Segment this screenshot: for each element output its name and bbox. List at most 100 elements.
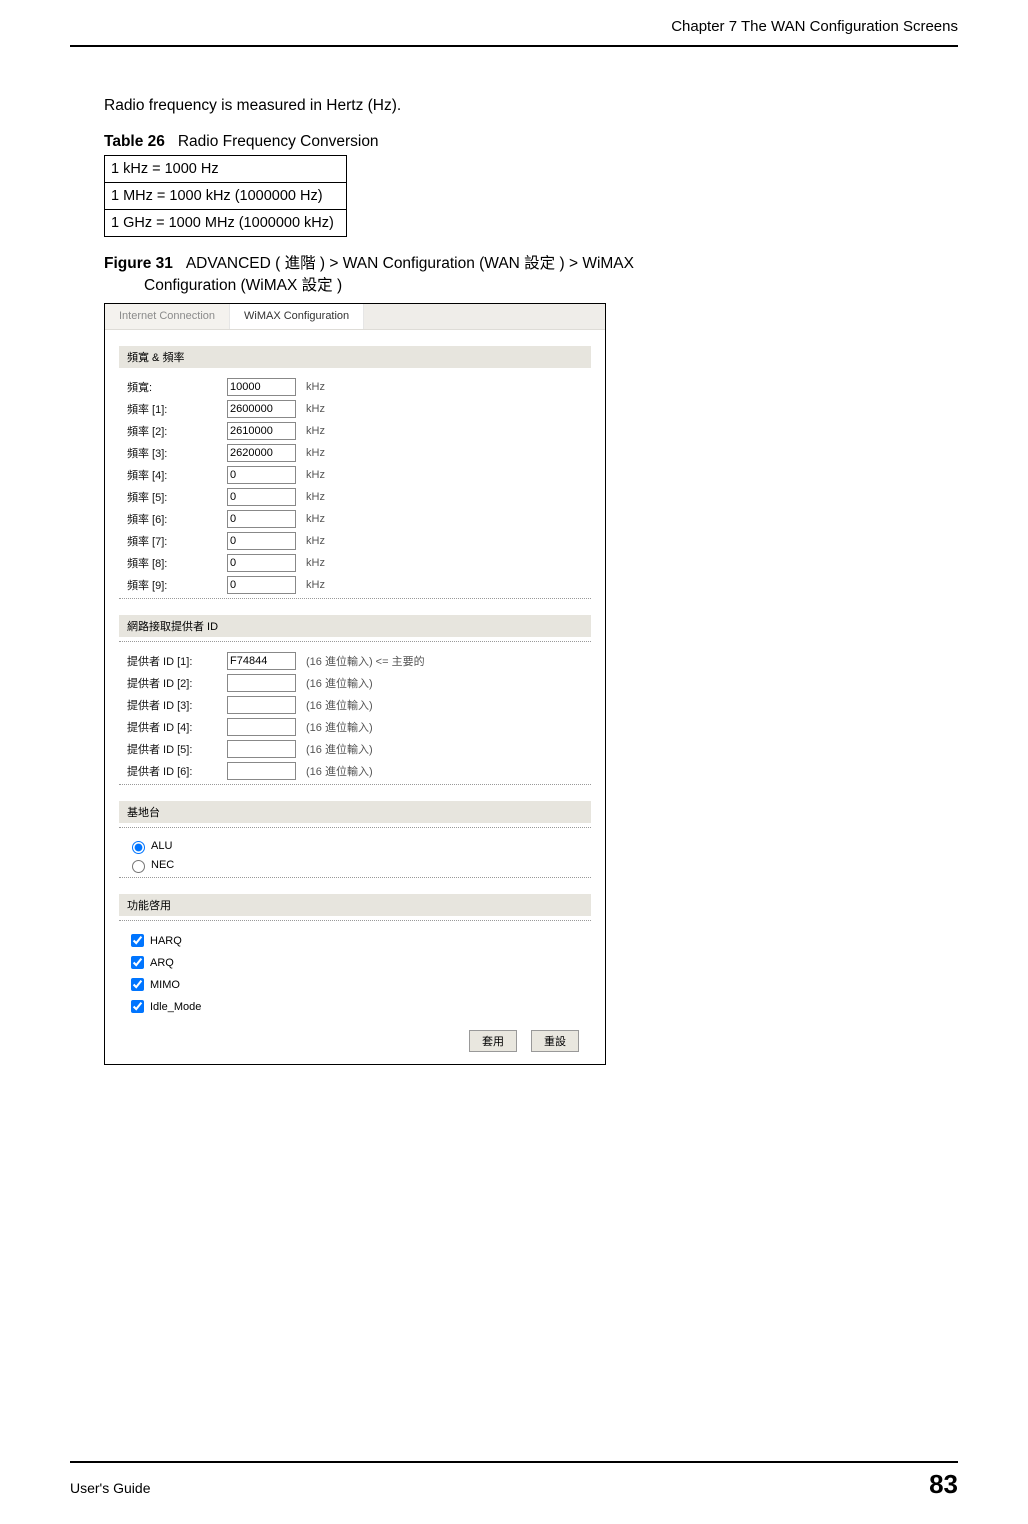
base-option-label: NEC (151, 859, 174, 871)
frequency-row: 頻寬:kHz (127, 378, 591, 396)
frequency-row: 頻率 [2]: kHz (127, 422, 591, 440)
footer-guide: User's Guide (70, 1480, 150, 1496)
provider-label: 提供者 ID [6]: (127, 763, 227, 779)
frequency-unit: kHz (306, 557, 325, 569)
provider-label: 提供者 ID [1]: (127, 653, 227, 669)
figure-label: Figure 31 (104, 255, 173, 272)
table-row: 1 kHz = 1000 Hz (105, 155, 347, 182)
tab-wimax-configuration[interactable]: WiMAX Configuration (230, 304, 364, 329)
table-row: 1 MHz = 1000 kHz (1000000 Hz) (105, 182, 347, 209)
chapter-title: Chapter 7 The WAN Configuration Screens (671, 18, 958, 35)
feature-option[interactable]: Idle_Mode (127, 997, 591, 1016)
feature-checkbox[interactable] (131, 956, 144, 969)
divider (119, 641, 591, 642)
provider-hint: (16 進位輸入) (306, 741, 373, 757)
frequency-row: 頻率 [9]:kHz (127, 576, 591, 594)
frequency-label: 頻率 [2]: (127, 423, 227, 439)
provider-hint: (16 進位輸入) (306, 763, 373, 779)
feature-option-label: Idle_Mode (150, 1001, 201, 1013)
frequency-unit: kHz (306, 425, 325, 437)
feature-option[interactable]: HARQ (127, 931, 591, 950)
feature-checkbox[interactable] (131, 978, 144, 991)
base-option[interactable]: ALU (127, 838, 591, 854)
frequency-input[interactable] (227, 532, 296, 550)
divider (119, 598, 591, 599)
provider-hint: (16 進位輸入) (306, 719, 373, 735)
tab-internet-connection[interactable]: Internet Connection (105, 304, 230, 329)
provider-input[interactable] (227, 718, 296, 736)
divider (119, 877, 591, 878)
feature-checkbox[interactable] (131, 1000, 144, 1013)
frequency-row: 頻率 [7]: kHz (127, 532, 591, 550)
provider-input[interactable] (227, 740, 296, 758)
reset-button[interactable]: 重設 (531, 1030, 579, 1052)
figure-title-line2: Configuration (WiMAX 設定 ) (104, 277, 342, 294)
table-label: Table 26 (104, 133, 165, 150)
frequency-unit: kHz (306, 469, 325, 481)
frequency-input[interactable] (227, 400, 296, 418)
provider-input[interactable] (227, 674, 296, 692)
base-radio[interactable] (132, 860, 145, 873)
frequency-unit: kHz (306, 535, 325, 547)
figure-caption: Figure 31 ADVANCED ( 進階 ) > WAN Configur… (104, 253, 958, 298)
feature-checkbox[interactable] (131, 934, 144, 947)
divider (119, 920, 591, 921)
feature-option-label: ARQ (150, 957, 174, 969)
frequency-input[interactable] (227, 488, 296, 506)
frequency-label: 頻率 [9]: (127, 577, 227, 593)
section-base-station: 基地台 (119, 801, 591, 823)
intro-text: Radio frequency is measured in Hertz (Hz… (104, 97, 958, 115)
provider-row: 提供者 ID [4]: (16 進位輸入) (127, 718, 591, 736)
frequency-row: 頻率 [1]:kHz (127, 400, 591, 418)
provider-row: 提供者 ID [3]:(16 進位輸入) (127, 696, 591, 714)
frequency-label: 頻率 [4]: (127, 467, 227, 483)
provider-input[interactable] (227, 652, 296, 670)
provider-label: 提供者 ID [4]: (127, 719, 227, 735)
frequency-label: 頻率 [5]: (127, 489, 227, 505)
section-provider-id: 網路接取提供者 ID (119, 615, 591, 637)
base-option-label: ALU (151, 840, 172, 852)
conversion-table: 1 kHz = 1000 Hz 1 MHz = 1000 kHz (100000… (104, 155, 347, 237)
frequency-input[interactable] (227, 554, 296, 572)
frequency-input[interactable] (227, 510, 296, 528)
frequency-label: 頻率 [8]: (127, 555, 227, 571)
frequency-input[interactable] (227, 378, 296, 396)
frequency-unit: kHz (306, 381, 325, 393)
provider-row: 提供者 ID [5]: (16 進位輸入) (127, 740, 591, 758)
tab-strip: Internet Connection WiMAX Configuration (105, 304, 605, 330)
provider-row: 提供者 ID [1]: (16 進位輸入) <= 主要的 (127, 652, 591, 670)
table-title: Radio Frequency Conversion (178, 133, 379, 150)
page-number: 83 (929, 1469, 958, 1500)
table-row: 1 GHz = 1000 MHz (1000000 kHz) (105, 209, 347, 236)
feature-option-label: MIMO (150, 979, 180, 991)
frequency-unit: kHz (306, 403, 325, 415)
frequency-label: 頻率 [7]: (127, 533, 227, 549)
feature-option[interactable]: MIMO (127, 975, 591, 994)
base-radio[interactable] (132, 841, 145, 854)
provider-hint: (16 進位輸入) <= 主要的 (306, 653, 425, 669)
provider-label: 提供者 ID [3]: (127, 697, 227, 713)
provider-label: 提供者 ID [2]: (127, 675, 227, 691)
frequency-row: 頻率 [8]: kHz (127, 554, 591, 572)
figure-title-line1: ADVANCED ( 進階 ) > WAN Configuration (WAN… (186, 255, 634, 272)
provider-label: 提供者 ID [5]: (127, 741, 227, 757)
page-footer: User's Guide 83 (70, 1461, 958, 1500)
provider-row: 提供者 ID [2]:(16 進位輸入) (127, 674, 591, 692)
frequency-unit: kHz (306, 513, 325, 525)
frequency-input[interactable] (227, 576, 296, 594)
frequency-row: 頻率 [6]: kHz (127, 510, 591, 528)
base-option[interactable]: NEC (127, 857, 591, 873)
frequency-input[interactable] (227, 444, 296, 462)
provider-input[interactable] (227, 696, 296, 714)
frequency-row: 頻率 [5]:kHz (127, 488, 591, 506)
frequency-row: 頻率 [4]: kHz (127, 466, 591, 484)
screenshot-figure: Internet Connection WiMAX Configuration … (104, 303, 606, 1065)
frequency-label: 頻率 [6]: (127, 511, 227, 527)
provider-input[interactable] (227, 762, 296, 780)
feature-option[interactable]: ARQ (127, 953, 591, 972)
divider (119, 827, 591, 828)
apply-button[interactable]: 套用 (469, 1030, 517, 1052)
frequency-input[interactable] (227, 422, 296, 440)
frequency-input[interactable] (227, 466, 296, 484)
frequency-row: 頻率 [3]:kHz (127, 444, 591, 462)
